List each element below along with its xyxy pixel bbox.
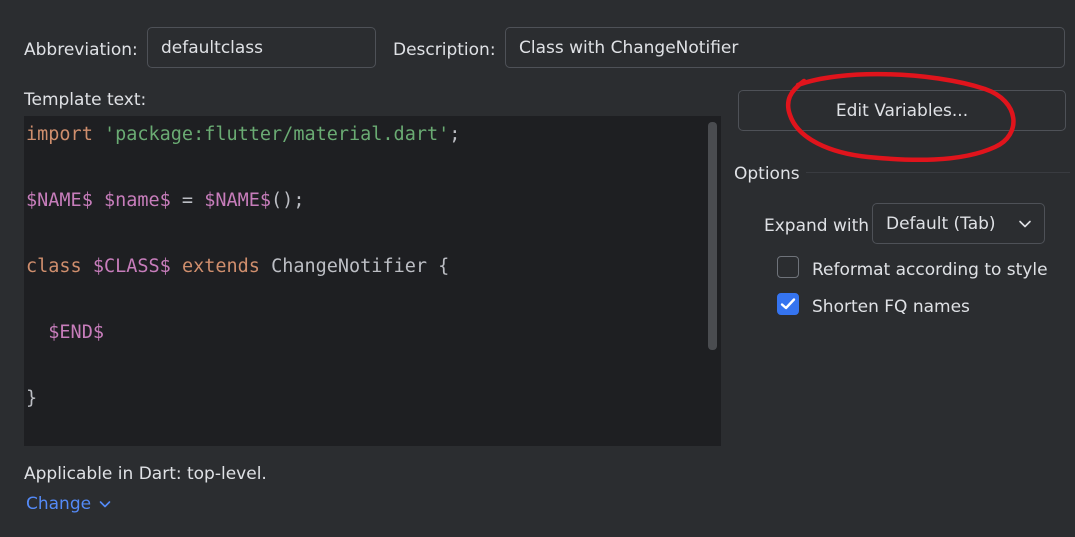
- abbreviation-value: defaultclass: [161, 37, 264, 58]
- code-keyword: extends: [181, 256, 260, 277]
- code-variable: $name$: [103, 190, 171, 211]
- description-input[interactable]: Class with ChangeNotifier: [505, 27, 1065, 68]
- code-punct: =: [170, 190, 205, 211]
- abbreviation-input[interactable]: defaultclass: [147, 27, 376, 68]
- change-context-link[interactable]: Change: [26, 494, 111, 514]
- expand-with-value: Default (Tab): [886, 213, 996, 234]
- description-label: Description:: [393, 40, 496, 60]
- applicable-context-text: Applicable in Dart: top-level.: [24, 464, 267, 484]
- reformat-label[interactable]: Reformat according to style: [812, 260, 1048, 280]
- red-annotation-circle: [785, 71, 1016, 163]
- code-punct: ();: [271, 190, 305, 211]
- shorten-fq-checkbox[interactable]: [777, 293, 799, 315]
- template-text-label: Template text:: [24, 90, 147, 110]
- code-line-close: }: [26, 387, 37, 411]
- code-punct: {: [427, 256, 450, 277]
- options-title: Options: [734, 164, 800, 184]
- code-class-name: ChangeNotifier: [271, 256, 427, 277]
- code-variable: $END$: [48, 322, 104, 343]
- code-line-end: $END$: [26, 321, 104, 345]
- check-icon: [780, 298, 796, 310]
- code-line-class: class $CLASS$ extends ChangeNotifier {: [26, 255, 449, 279]
- shorten-fq-label[interactable]: Shorten FQ names: [812, 297, 970, 317]
- options-separator: [806, 172, 1070, 173]
- code-string: 'package:flutter/material.dart': [103, 124, 450, 145]
- template-editor[interactable]: import 'package:flutter/material.dart'; …: [24, 116, 721, 446]
- chevron-down-icon: [99, 500, 111, 507]
- code-punct: ;: [449, 124, 461, 145]
- code-punct: }: [26, 388, 38, 409]
- expand-with-select[interactable]: Default (Tab): [872, 203, 1045, 244]
- description-value: Class with ChangeNotifier: [519, 37, 739, 58]
- editor-scrollbar[interactable]: [705, 118, 719, 444]
- expand-with-label: Expand with: [764, 216, 870, 236]
- code-line-name: $NAME$ $name$ = $NAME$();: [26, 189, 304, 213]
- chevron-down-icon: [1019, 220, 1031, 227]
- code-variable: $CLASS$: [92, 256, 171, 277]
- code-variable: $NAME$: [26, 190, 93, 211]
- code-line-import: import 'package:flutter/material.dart';: [26, 123, 460, 147]
- editor-scrollbar-thumb[interactable]: [708, 122, 717, 350]
- code-variable: $NAME$: [204, 190, 272, 211]
- code-keyword: class: [26, 256, 82, 277]
- change-link-label[interactable]: Change: [26, 494, 91, 514]
- abbreviation-label: Abbreviation:: [24, 40, 138, 60]
- code-keyword: import: [26, 124, 93, 145]
- reformat-checkbox[interactable]: [777, 256, 799, 278]
